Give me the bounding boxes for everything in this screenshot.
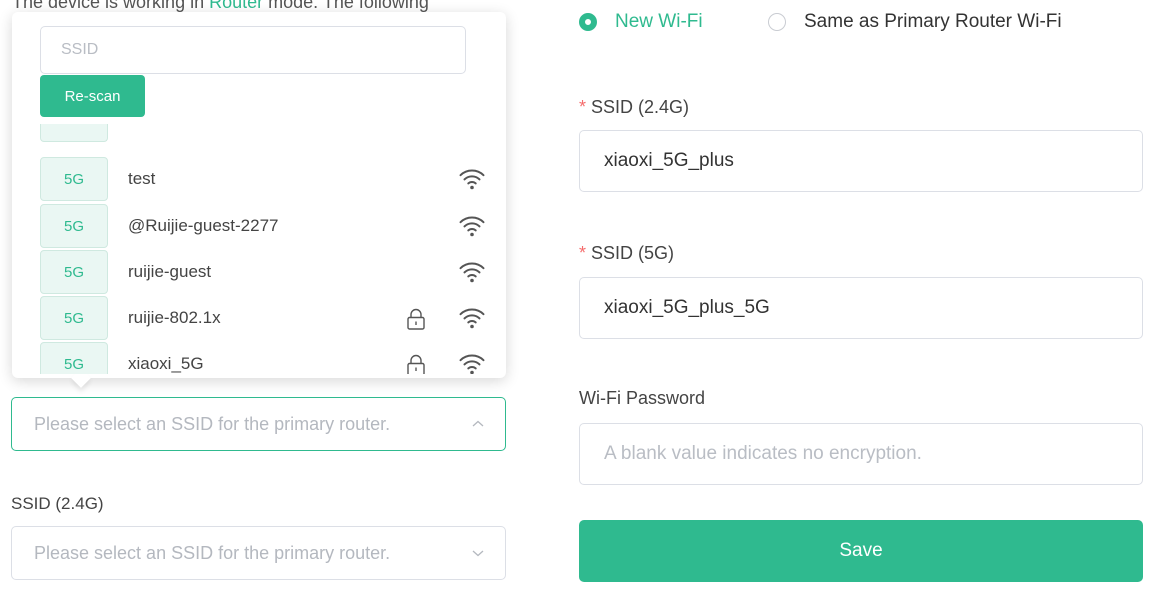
radio-new-wifi-label: New Wi-Fi — [615, 11, 703, 32]
ssid5-input[interactable] — [579, 277, 1143, 339]
network-item[interactable]: 5G @Ruijie-guest-2277 — [12, 204, 506, 251]
wifi-password-label: Wi-Fi Password — [579, 388, 706, 408]
chevron-down-icon — [472, 550, 484, 557]
save-button[interactable]: Save — [579, 520, 1143, 582]
wifi-signal-icon — [459, 308, 485, 329]
network-item[interactable]: 5G test — [12, 157, 506, 204]
band-tag: 5G — [40, 342, 108, 374]
network-name: ruijie-802.1x — [128, 308, 221, 327]
wifi-signal-icon — [459, 216, 485, 237]
ssid-dropdown-panel: Re-scan 5G test 5G @Ruijie-guest-2277 — [12, 12, 506, 388]
left-ssid24-select[interactable]: Please select an SSID for the primary ro… — [11, 526, 506, 580]
required-mark: * — [579, 97, 587, 117]
wifi-password-input[interactable] — [579, 423, 1143, 485]
wifi-signal-icon — [459, 169, 485, 190]
network-name: xiaoxi_5G — [128, 354, 204, 373]
wifi-signal-icon — [459, 262, 485, 283]
primary-ssid-select-placeholder: Please select an SSID for the primary ro… — [34, 413, 391, 434]
ssid5-field-label: * SSID (5G) — [579, 243, 675, 263]
network-name: test — [128, 169, 156, 188]
network-name: @Ruijie-guest-2277 — [128, 216, 279, 235]
radio-same-as-primary[interactable]: Same as Primary Router Wi-Fi — [768, 11, 1062, 33]
band-tag: 5G — [40, 250, 108, 294]
network-item[interactable]: 5G xiaoxi_5G — [12, 342, 506, 374]
mode-link[interactable]: Router — [209, 0, 263, 12]
radio-new-wifi[interactable]: New Wi-Fi — [579, 11, 703, 33]
ssid-search-input[interactable] — [40, 26, 466, 74]
primary-ssid-select[interactable]: Please select an SSID for the primary ro… — [11, 397, 506, 451]
network-list[interactable]: 5G test 5G @Ruijie-guest-2277 5G ruijie-… — [12, 124, 506, 374]
band-tag: 5G — [40, 204, 108, 248]
network-item[interactable]: 5G ruijie-802.1x — [12, 296, 506, 343]
wifi-signal-icon — [459, 354, 485, 374]
band-tag: 5G — [40, 296, 108, 340]
ssid24-input[interactable] — [579, 130, 1143, 192]
lock-icon — [407, 308, 425, 330]
band-tag: 5G — [40, 157, 108, 201]
partially-hidden-band-tag — [40, 124, 108, 142]
ssid24-field-label: * SSID (2.4G) — [579, 97, 690, 117]
radio-unselected-indicator — [768, 13, 786, 31]
required-mark: * — [579, 243, 587, 263]
left-ssid24-label: SSID (2.4G) — [11, 494, 104, 513]
radio-same-as-primary-label: Same as Primary Router Wi-Fi — [804, 11, 1062, 32]
network-name: ruijie-guest — [128, 262, 212, 281]
lock-icon — [407, 354, 425, 374]
network-item[interactable]: 5G ruijie-guest — [12, 250, 506, 297]
radio-selected-indicator — [579, 13, 597, 31]
rescan-button[interactable]: Re-scan — [40, 75, 145, 117]
chevron-up-icon — [472, 420, 484, 427]
left-ssid24-select-placeholder: Please select an SSID for the primary ro… — [34, 542, 391, 563]
